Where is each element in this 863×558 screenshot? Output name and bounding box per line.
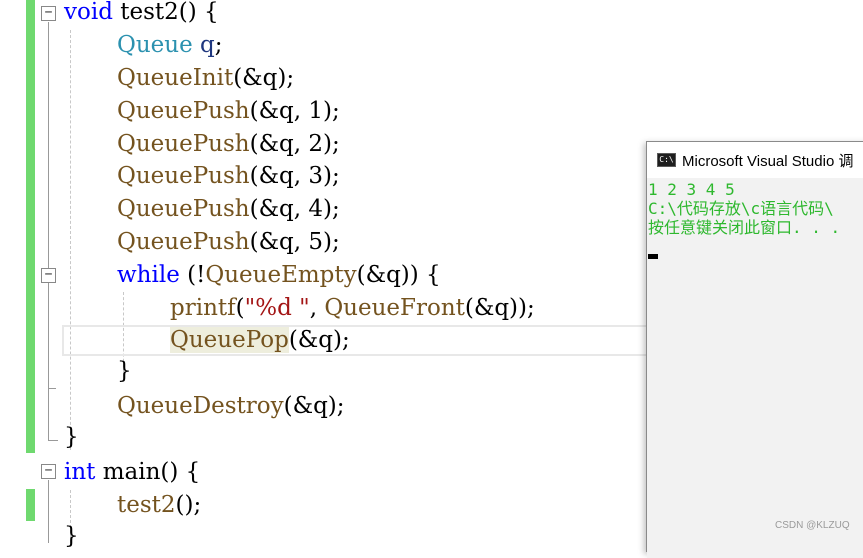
code-text: ();	[175, 492, 202, 518]
console-output-line: 按任意键关闭此窗口. . .	[648, 218, 841, 237]
function-name: test2	[117, 492, 176, 518]
console-output-area[interactable]: 1 2 3 4 5 C:\代码存放\c语言代码\ 按任意键关闭此窗口. . .	[647, 178, 863, 558]
function-name: QueuePush	[117, 131, 250, 157]
watermark: CSDN @KLZUQ	[775, 520, 850, 531]
code-text: ;	[214, 32, 223, 58]
code-text: (&q)) {	[356, 262, 441, 288]
collapse-icon[interactable]: −	[41, 6, 56, 21]
code-text: }	[64, 523, 79, 549]
code-line[interactable]: QueueInit(&q);	[117, 62, 294, 95]
function-name: QueuePush	[117, 163, 250, 189]
fold-guide	[48, 480, 49, 543]
code-text: (&q, 2);	[249, 131, 340, 157]
variable: q	[192, 32, 215, 58]
code-text: }	[117, 358, 132, 384]
code-line[interactable]: QueuePush(&q, 2);	[117, 128, 340, 161]
change-indicator-bar	[26, 489, 35, 521]
code-text: (&q);	[288, 327, 350, 353]
fold-guide	[48, 22, 49, 440]
code-text: (&q, 1);	[249, 98, 340, 124]
code-line[interactable]: }	[64, 421, 79, 454]
code-line[interactable]: }	[64, 520, 79, 553]
code-text: }	[64, 424, 79, 450]
code-line[interactable]: int main() {	[64, 456, 200, 489]
console-title: Microsoft Visual Studio 调	[682, 153, 854, 170]
code-line[interactable]: QueueDestroy(&q);	[117, 390, 345, 423]
fold-end	[48, 440, 58, 441]
console-app-icon: C:\	[657, 153, 676, 167]
collapse-icon[interactable]: −	[41, 268, 56, 283]
function-name: QueueInit	[117, 65, 234, 91]
keyword: int	[64, 459, 96, 485]
code-text: ,	[309, 295, 325, 321]
type-name: Queue	[117, 32, 193, 58]
collapse-icon[interactable]: −	[41, 464, 56, 479]
change-indicator-bar	[26, 0, 35, 453]
console-output-line: C:\代码存放\c语言代码\	[648, 199, 834, 218]
console-cursor	[648, 254, 658, 259]
code-text: main() {	[95, 459, 201, 485]
string-literal: "%d "	[244, 295, 310, 321]
code-line[interactable]: QueuePush(&q, 1);	[117, 95, 340, 128]
current-line-highlight	[62, 325, 652, 356]
function-name: QueuePush	[117, 98, 250, 124]
code-text: (&q, 3);	[249, 163, 340, 189]
code-line[interactable]: QueuePush(&q, 4);	[117, 193, 340, 226]
code-line[interactable]: Queue q;	[117, 29, 223, 62]
function-name: QueuePush	[117, 229, 250, 255]
function-name: QueuePush	[117, 196, 250, 222]
fold-end	[48, 388, 56, 389]
console-titlebar[interactable]: C:\ Microsoft Visual Studio 调	[647, 142, 863, 176]
code-line[interactable]: QueuePush(&q, 3);	[117, 160, 340, 193]
code-text: test2() {	[112, 0, 219, 25]
debug-console-window[interactable]: C:\ Microsoft Visual Studio 调 1 2 3 4 5 …	[646, 141, 863, 558]
function-name: QueueEmpty	[205, 262, 357, 288]
code-text: (!	[179, 262, 206, 288]
keyword: void	[64, 0, 113, 25]
code-text: (&q, 4);	[249, 196, 340, 222]
code-text: (&q);	[233, 65, 295, 91]
function-name: printf	[170, 295, 236, 321]
code-line[interactable]: }	[117, 355, 132, 388]
code-line[interactable]: while (!QueueEmpty(&q)) {	[117, 259, 441, 292]
function-name: QueuePop	[170, 327, 289, 353]
function-name: QueueDestroy	[117, 393, 284, 419]
code-text: (&q));	[464, 295, 535, 321]
code-line[interactable]: void test2() {	[64, 0, 219, 29]
code-line[interactable]: QueuePop(&q);	[170, 324, 350, 357]
code-text: (&q);	[283, 393, 345, 419]
code-line[interactable]: printf("%d ", QueueFront(&q));	[170, 292, 535, 325]
indent-guide	[70, 30, 71, 450]
console-output-line: 1 2 3 4 5	[648, 180, 735, 199]
code-line[interactable]: QueuePush(&q, 5);	[117, 226, 340, 259]
code-text: (&q, 5);	[249, 229, 340, 255]
code-line[interactable]: test2();	[117, 489, 201, 522]
function-name: QueueFront	[324, 295, 465, 321]
keyword: while	[117, 262, 180, 288]
code-text: (	[235, 295, 245, 321]
